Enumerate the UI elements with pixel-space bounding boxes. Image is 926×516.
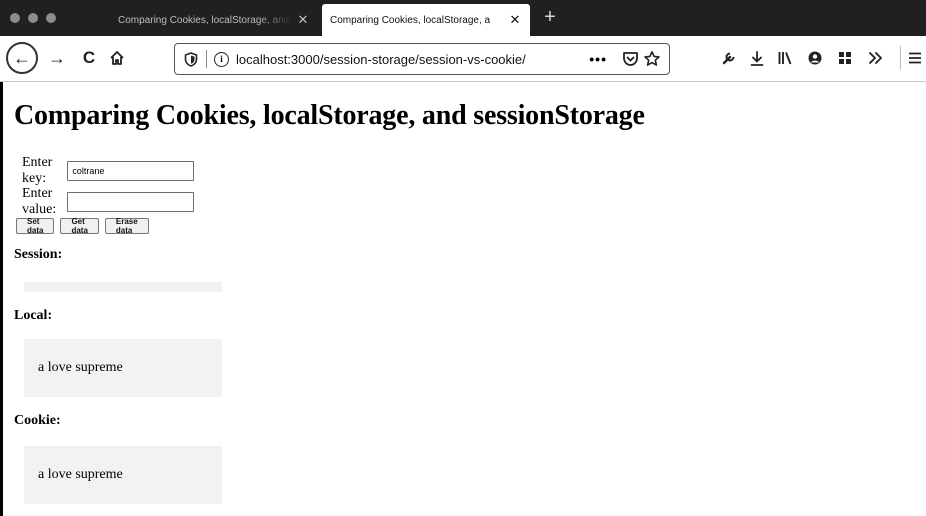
tab-title: Comparing Cookies, localStorage, and ses… [118,14,292,26]
value-field-row: Enter value: [22,186,195,218]
action-buttons: Set data Get data Erase data [16,217,155,235]
pocket-icon[interactable] [621,50,639,68]
home-button[interactable] [106,46,128,70]
local-output: a love supreme [24,339,222,397]
key-input[interactable] [67,161,195,181]
page-title: Comparing Cookies, localStorage, and ses… [14,100,645,131]
close-tab-icon[interactable]: ✕ [296,13,310,27]
back-button[interactable]: ← [6,42,38,74]
menu-icon[interactable] [904,47,926,69]
window-close-control[interactable] [10,13,20,23]
extensions-icon[interactable] [834,47,856,69]
value-label: Enter value: [22,186,57,217]
cookie-label: Cookie: [14,413,61,428]
wrench-icon[interactable] [718,47,740,69]
home-icon [110,51,124,65]
navigation-toolbar: ← → C i localhost:3000/session-storage/s… [0,36,926,82]
site-info-icon[interactable]: i [214,51,229,67]
overflow-icon[interactable] [864,47,886,69]
window-zoom-control[interactable] [46,13,56,23]
url-separator [206,50,207,68]
forward-arrow-icon: → [48,47,66,68]
tracking-protection-shield-icon[interactable] [183,51,199,67]
back-arrow-icon: ← [13,48,31,68]
account-icon[interactable] [804,47,826,69]
forward-button[interactable]: → [46,46,68,70]
window-minimize-control[interactable] [28,13,38,23]
local-label: Local: [14,308,53,323]
value-input[interactable] [67,192,195,212]
window-left-edge [0,82,3,516]
page-actions-more-icon[interactable]: ••• [589,51,607,67]
tab-inactive[interactable]: Comparing Cookies, localStorage, and ses… [110,4,318,36]
reload-button[interactable]: C [78,46,100,70]
close-tab-icon[interactable]: ✕ [508,13,522,27]
bookmark-star-icon[interactable] [643,50,661,68]
library-icon[interactable] [774,47,796,69]
session-label: Session: [14,247,63,262]
key-field-row: Enter key: [22,155,195,187]
reload-icon: C [82,48,96,67]
url-text[interactable]: localhost:3000/session-storage/session-v… [236,52,589,67]
tab-title: Comparing Cookies, localStorage, a [330,14,491,26]
browser-window: Comparing Cookies, localStorage, and ses… [0,0,926,516]
cookie-output: a love supreme [24,446,222,504]
download-icon[interactable] [746,47,768,69]
session-output [24,282,222,292]
key-label: Enter key: [22,155,53,186]
tab-bar: Comparing Cookies, localStorage, and ses… [0,0,926,36]
tab-active[interactable]: Comparing Cookies, localStorage, a ✕ [322,4,530,36]
new-tab-button[interactable]: + [540,7,560,27]
get-data-button[interactable]: Get data [60,217,99,235]
erase-data-button[interactable]: Erase data [104,217,149,235]
address-bar[interactable]: i localhost:3000/session-storage/session… [174,43,670,75]
set-data-button[interactable]: Set data [16,217,55,235]
toolbar-separator [900,46,901,70]
